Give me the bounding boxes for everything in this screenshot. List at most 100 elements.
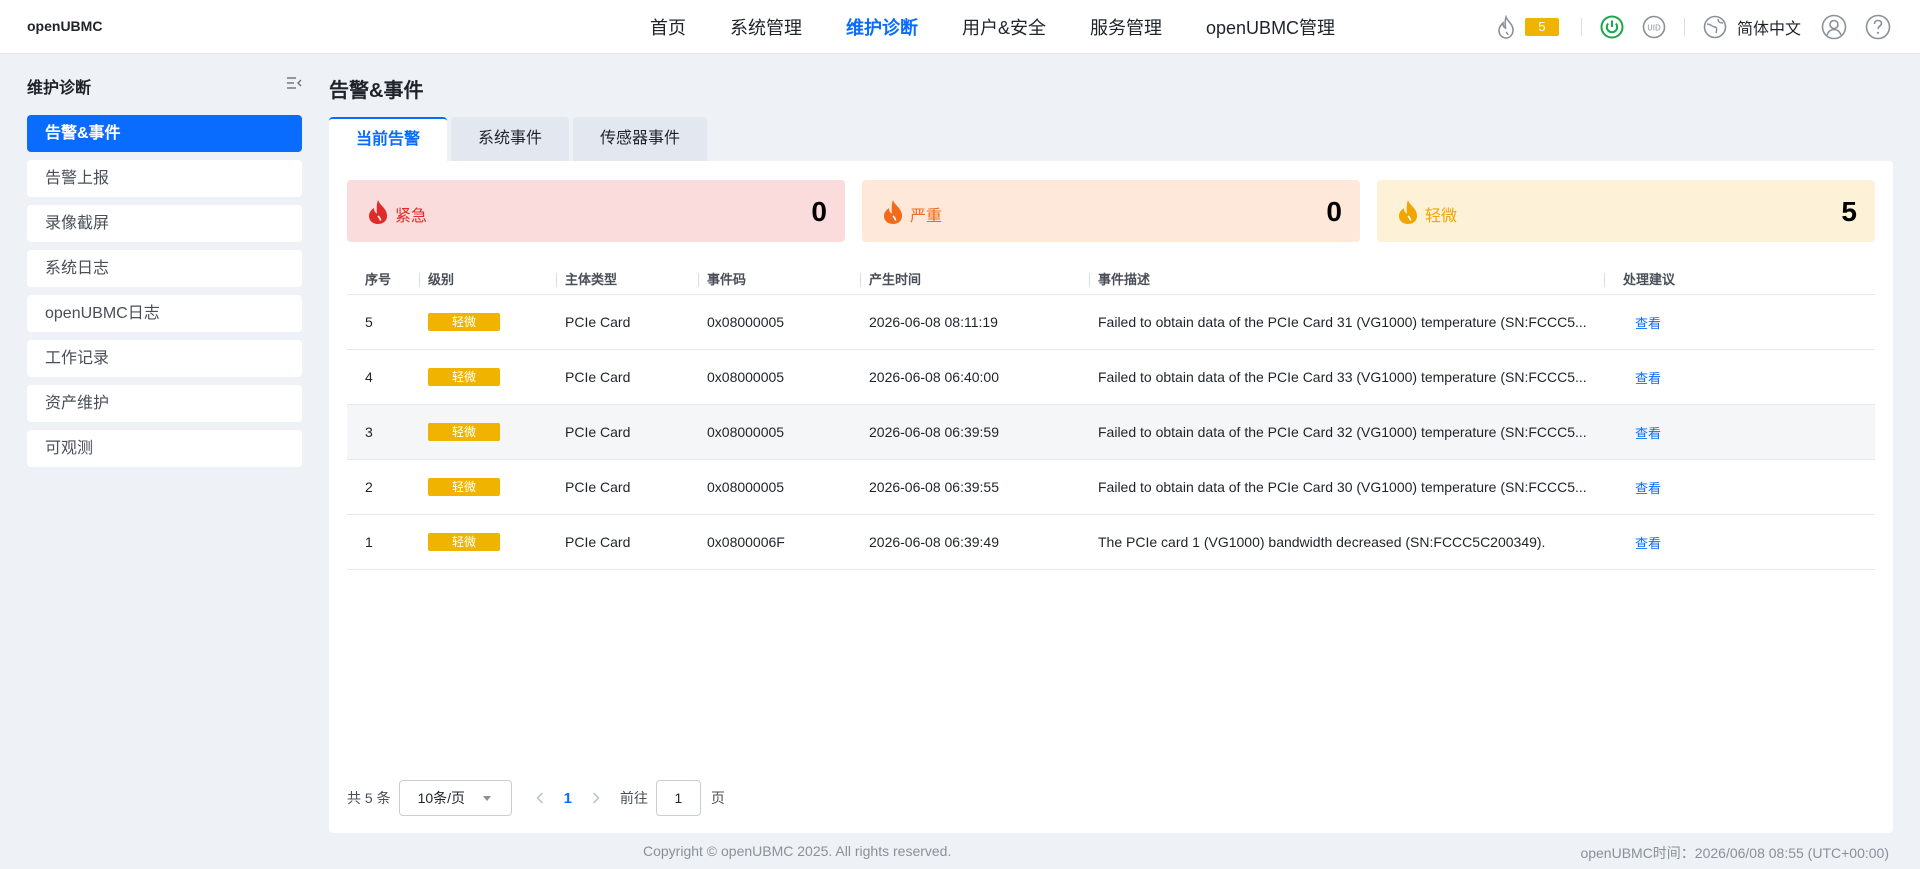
urgent-label: 紧急 [395,208,428,225]
tab-current-alarms[interactable]: 当前告警 [329,117,448,161]
minor-alarm-card[interactable]: 轻微 5 [1377,180,1875,242]
content-panel: 紧急 0 严重 0 轻微 5 序号 级别 主体类型 事件码 产生时间 事件描述 … [329,161,1893,833]
top-header: openUBMC 首页 系统管理 维护诊断 用户&安全 服务管理 openUBM… [0,0,1920,54]
cell-time: 2026-06-08 06:39:49 [869,534,999,550]
header-actions: 5 UID 简体中文 [1495,0,1920,54]
chevron-down-icon [482,796,491,801]
tab-system-events[interactable]: 系统事件 [451,117,570,161]
sidebar-item-openubmc-log[interactable]: openUBMC日志 [27,295,302,332]
goto-page-input[interactable] [655,780,701,816]
cell-event-code: 0x08000005 [707,314,785,330]
pagination: 共 5 条 10条/页 1 前往 页 [347,780,725,816]
level-badge: 轻微 [428,313,500,331]
nav-openubmc-management[interactable]: openUBMC管理 [1206,14,1335,40]
nav-maintenance-diagnosis[interactable]: 维护诊断 [846,14,918,40]
table-row[interactable]: 3 轻微 PCIe Card 0x08000005 2026-06-08 06:… [347,405,1875,460]
cell-event-code: 0x0800006F [707,534,785,550]
prev-page-icon[interactable] [530,792,550,804]
main-nav: 首页 系统管理 维护诊断 用户&安全 服务管理 openUBMC管理 [650,0,1379,54]
sidebar-item-asset-maintenance[interactable]: 资产维护 [27,385,302,422]
urgent-flame-icon [367,199,389,228]
language-selector[interactable]: 简体中文 [1737,15,1801,39]
cell-subject-type: PCIe Card [565,314,631,330]
alarm-flame-icon[interactable] [1495,14,1517,39]
sidebar-item-video-screenshot[interactable]: 录像截屏 [27,205,302,242]
urgent-alarm-card[interactable]: 紧急 0 [347,180,845,242]
footer-system-time: openUBMC时间：2026/06/08 08:55 (UTC+00:00) [1580,845,1889,861]
page-size-value: 10条/页 [417,790,466,806]
minor-label: 轻微 [1425,208,1458,225]
sidebar-item-system-log[interactable]: 系统日志 [27,250,302,287]
sidebar-item-work-record[interactable]: 工作记录 [27,340,302,377]
col-header-suggestion: 处理建议 [1604,265,1733,295]
page-number-current[interactable]: 1 [564,790,572,807]
next-page-icon[interactable] [586,792,606,804]
table-row[interactable]: 4 轻微 PCIe Card 0x08000005 2026-06-08 06:… [347,350,1875,405]
level-badge: 轻微 [428,533,500,551]
cell-index: 3 [365,424,373,440]
alarm-table: 序号 级别 主体类型 事件码 产生时间 事件描述 处理建议 5 轻微 PCIe … [347,265,1875,570]
nav-service-management[interactable]: 服务管理 [1090,14,1162,40]
serious-count: 0 [1326,196,1342,227]
view-link[interactable]: 查看 [1635,371,1661,386]
power-icon[interactable] [1600,15,1624,39]
col-header-index: 序号 [365,271,392,287]
sidebar-item-alarms-events[interactable]: 告警&事件 [27,115,302,152]
level-badge: 轻微 [428,368,500,386]
serious-alarm-card[interactable]: 严重 0 [862,180,1360,242]
level-badge: 轻微 [428,423,500,441]
cell-description: Failed to obtain data of the PCIe Card 3… [1098,479,1587,495]
pagination-total: 共 5 条 [347,790,391,806]
svg-text:UID: UID [1647,24,1661,33]
sidebar-item-observability[interactable]: 可观测 [27,430,302,467]
col-header-subject-type: 主体类型 [556,265,707,295]
serious-flame-icon [882,199,904,228]
col-header-time: 产生时间 [860,265,1098,295]
goto-label: 前往 [619,790,648,806]
cell-event-code: 0x08000005 [707,424,785,440]
cell-index: 4 [365,369,373,385]
minor-flame-icon [1397,199,1419,228]
globe-icon[interactable] [1703,15,1727,39]
table-row[interactable]: 2 轻微 PCIe Card 0x08000005 2026-06-08 06:… [347,460,1875,515]
user-avatar-icon[interactable] [1821,14,1847,40]
sidebar-item-alarm-report[interactable]: 告警上报 [27,160,302,197]
cell-event-code: 0x08000005 [707,369,785,385]
cell-time: 2026-06-08 08:11:19 [869,314,998,330]
cell-index: 1 [365,534,373,550]
table-row[interactable]: 1 轻微 PCIe Card 0x0800006F 2026-06-08 06:… [347,515,1875,570]
sidebar-menu: 告警&事件 告警上报 录像截屏 系统日志 openUBMC日志 工作记录 资产维… [27,115,302,475]
cell-time: 2026-06-08 06:39:59 [869,424,999,440]
table-row[interactable]: 5 轻微 PCIe Card 0x08000005 2026-06-08 08:… [347,295,1875,350]
page-unit-label: 页 [710,790,725,806]
uid-icon[interactable]: UID [1642,15,1666,39]
level-badge: 轻微 [428,478,500,496]
nav-system-management[interactable]: 系统管理 [730,14,802,40]
view-link[interactable]: 查看 [1635,316,1661,331]
alarm-summary-cards: 紧急 0 严重 0 轻微 5 [347,180,1875,242]
tab-sensor-events[interactable]: 传感器事件 [573,117,708,161]
urgent-count: 0 [811,196,827,227]
sidebar-collapse-icon[interactable] [286,76,302,93]
cell-description: Failed to obtain data of the PCIe Card 3… [1098,369,1587,385]
page-title: 告警&事件 [329,80,424,102]
cell-event-code: 0x08000005 [707,479,785,495]
cell-time: 2026-06-08 06:40:00 [869,369,999,385]
view-link[interactable]: 查看 [1635,481,1661,496]
col-header-level: 级别 [419,265,565,295]
nav-user-security[interactable]: 用户&安全 [962,14,1046,40]
cell-description: Failed to obtain data of the PCIe Card 3… [1098,314,1587,330]
help-icon[interactable] [1865,14,1891,40]
header-divider [1580,18,1582,36]
alarm-count-badge[interactable]: 5 [1524,18,1559,36]
sidebar-title: 维护诊断 [27,80,92,97]
nav-home[interactable]: 首页 [650,14,686,40]
footer-copyright: Copyright © openUBMC 2025. All rights re… [643,843,952,859]
cell-description: The PCIe card 1 (VG1000) bandwidth decre… [1098,534,1546,550]
page-size-select[interactable]: 10条/页 [398,780,512,816]
view-link[interactable]: 查看 [1635,426,1661,441]
view-link[interactable]: 查看 [1635,536,1661,551]
col-header-description: 事件描述 [1089,265,1613,295]
tab-bar: 当前告警 系统事件 传感器事件 [329,117,711,161]
col-header-event-code: 事件码 [698,265,869,295]
